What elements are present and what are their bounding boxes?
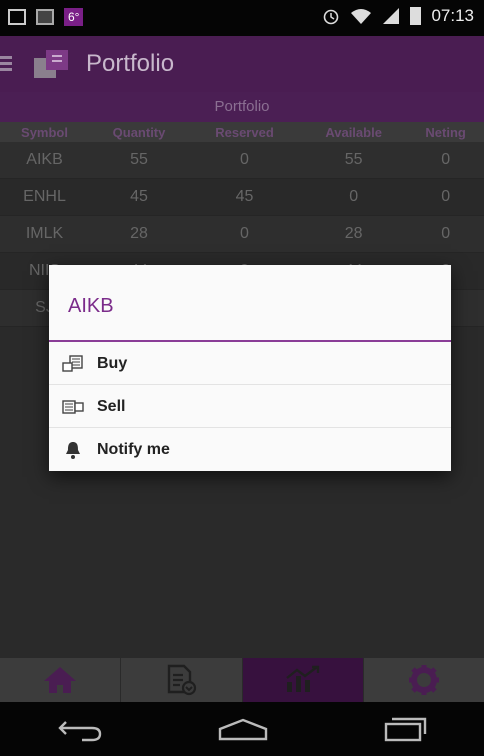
table-row[interactable]: AIKB 55 0 55 0 <box>0 142 484 179</box>
alarm-icon <box>324 9 339 25</box>
cell-reserved: 0 <box>189 215 300 253</box>
system-navigation-bar <box>0 702 484 756</box>
settings-gear-icon <box>408 665 439 695</box>
cell-available: 0 <box>299 178 408 216</box>
cell-symbol: ENHL <box>0 178 90 216</box>
notify-me-label: Notify me <box>97 441 170 458</box>
buy-label: Buy <box>97 354 128 372</box>
notify-me-option[interactable]: Notify me <box>49 429 451 471</box>
cell-symbol: IMLK <box>0 215 90 253</box>
tab-orders[interactable] <box>121 658 243 702</box>
app-notification-icon <box>36 9 54 25</box>
status-bar: 6° 07:13 <box>0 0 484 36</box>
app-bar: Portfolio <box>0 36 484 92</box>
drawer-menu-icon[interactable] <box>0 56 12 72</box>
tab-home[interactable] <box>0 658 122 702</box>
cell-symbol: AIKB <box>0 142 90 179</box>
section-header: Portfolio <box>0 92 484 122</box>
portfolio-chart-icon <box>285 665 319 692</box>
cell-reserved: 0 <box>189 142 300 179</box>
bell-icon <box>61 440 85 460</box>
symbol-action-dialog: AIKB Buy Sell Notify me <box>49 265 451 471</box>
dialog-title: AIKB <box>68 295 114 317</box>
clock: 07:13 <box>431 6 474 25</box>
cell-neting: 0 <box>407 142 484 179</box>
cell-neting: 0 <box>407 178 484 216</box>
table-header-row: Symbol Quantity Reserved Available Netin… <box>0 122 484 142</box>
battery-icon <box>410 7 422 25</box>
page-title: Portfolio <box>86 50 175 77</box>
table-row[interactable]: IMLK 28 0 28 0 <box>0 215 484 253</box>
cell-available: 28 <box>299 215 408 253</box>
table-row[interactable]: ENHL 45 45 0 0 <box>0 178 484 216</box>
cell-quantity: 45 <box>89 178 189 216</box>
tab-settings[interactable] <box>364 658 484 702</box>
tab-portfolio[interactable] <box>242 658 364 702</box>
signal-icon <box>383 8 400 24</box>
wifi-icon <box>351 9 372 24</box>
home-icon <box>44 667 77 693</box>
back-icon[interactable] <box>56 716 104 742</box>
header-available: Available <box>299 122 408 142</box>
bottom-tab-bar <box>0 658 484 702</box>
cell-reserved: 45 <box>189 178 300 216</box>
sell-icon <box>61 397 85 417</box>
dialog-divider <box>49 340 451 342</box>
recent-apps-icon[interactable] <box>382 716 428 742</box>
buy-option[interactable]: Buy <box>49 343 451 385</box>
cell-available: 55 <box>299 142 408 179</box>
cell-neting: 0 <box>407 215 484 253</box>
header-symbol: Symbol <box>0 122 90 142</box>
sell-label: Sell <box>97 397 126 415</box>
header-reserved: Reserved <box>189 122 300 142</box>
cell-quantity: 28 <box>89 215 189 253</box>
header-neting: Neting <box>407 122 484 142</box>
buy-icon <box>61 354 85 374</box>
temperature-badge: 6° <box>64 8 84 26</box>
header-quantity: Quantity <box>89 122 189 142</box>
app-logo-icon[interactable] <box>32 48 72 80</box>
sell-option[interactable]: Sell <box>49 386 451 428</box>
home-nav-icon[interactable] <box>217 717 269 741</box>
orders-document-icon <box>168 664 197 696</box>
cell-quantity: 55 <box>89 142 189 179</box>
picture-notification-icon <box>8 9 26 25</box>
